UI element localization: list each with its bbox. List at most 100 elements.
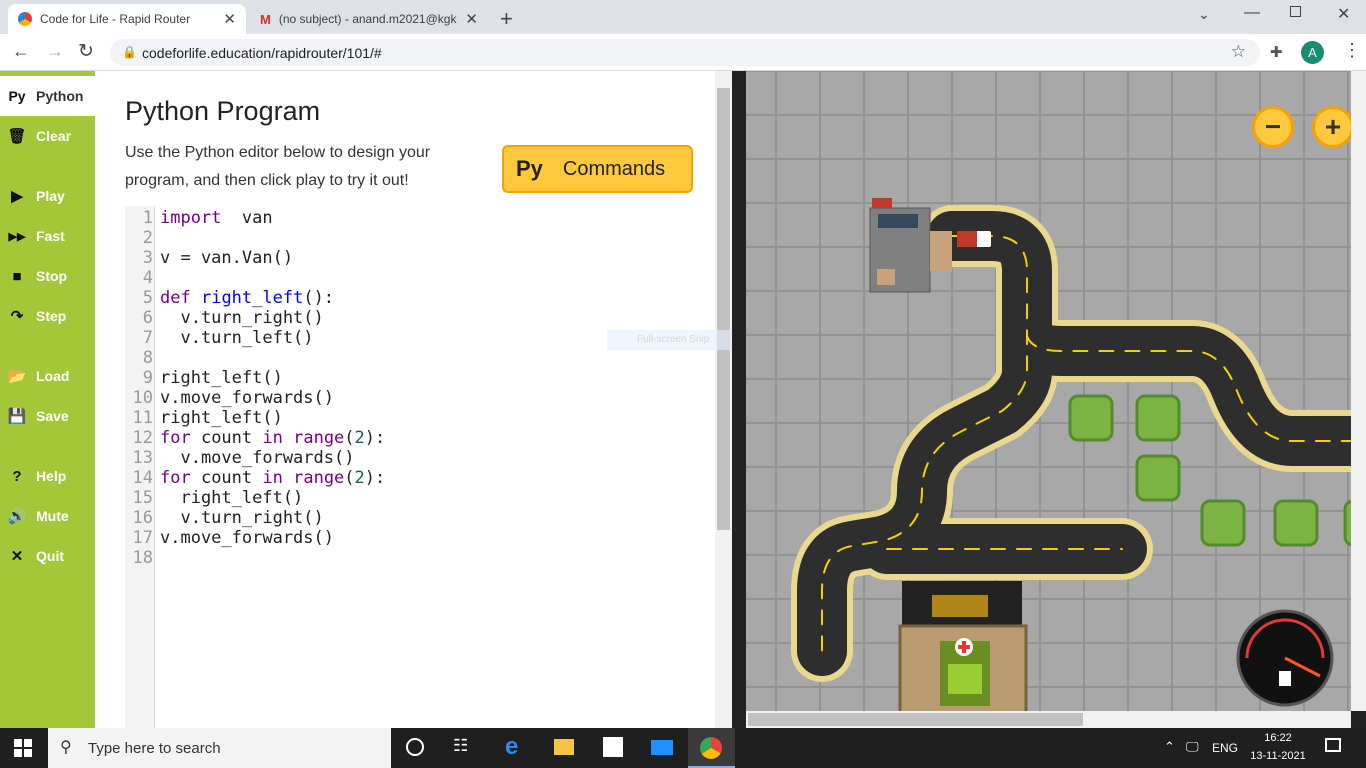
new-tab-button[interactable]: + (500, 6, 513, 32)
tab-gmail[interactable]: M (no subject) - anand.m2021@kgk ✕ (250, 4, 488, 34)
sidebar-item-clear[interactable]: 🗑 Clear (0, 116, 95, 156)
question-icon: ? (12, 467, 22, 485)
tab-search-icon[interactable]: ⌄ (1198, 6, 1210, 23)
code-token: range (293, 468, 345, 488)
code-token: v.move_forwards() (160, 448, 355, 468)
language-indicator[interactable]: ENG (1212, 741, 1238, 755)
line-number: 8 (142, 348, 153, 368)
delivery-van (957, 231, 991, 247)
notifications-icon[interactable] (1325, 738, 1341, 752)
code-editor[interactable]: 1 import van 2 3 v = van.Van() 4 5 def right_le… (125, 206, 715, 728)
reload-icon[interactable]: ↻ (78, 40, 94, 63)
sidebar-item-fast[interactable]: ▶▶ Fast (0, 216, 95, 256)
code-token: v.turn_right() (160, 308, 324, 328)
code-token: 2 (354, 428, 365, 448)
code-text: import van (160, 208, 273, 228)
maximize-icon[interactable] (1290, 6, 1301, 17)
task-view-icon[interactable]: ☷ (453, 736, 468, 756)
game-map (746, 71, 1366, 718)
window-close-icon[interactable]: ✕ (1337, 4, 1350, 24)
intro-line-2: program, and then click play to try it o… (125, 172, 409, 189)
code-token: v.turn_right() (160, 508, 324, 528)
line-number: 18 (132, 548, 153, 568)
commands-button[interactable]: Py Commands (502, 145, 693, 193)
sidebar-item-step[interactable]: ↷ Step (0, 296, 95, 336)
code-token: v.move_forwards() (160, 388, 334, 408)
bookmark-star-icon[interactable]: ☆ (1231, 42, 1246, 62)
gmail-icon: M (260, 11, 271, 27)
sidebar-item-stop[interactable]: ■ Stop (0, 256, 95, 296)
browser-menu-icon[interactable]: ⋮ (1343, 40, 1361, 61)
file-explorer-icon[interactable] (554, 739, 574, 755)
sidebar-item-load[interactable]: 📂 Load (0, 356, 95, 396)
sidebar-item-label: Python (36, 88, 84, 104)
editor-scrollbar-thumb[interactable] (717, 88, 730, 530)
address-bar[interactable]: 🔒 codeforlife.education/rapidrouter/101/… (110, 39, 1260, 66)
code-text: right_left() (160, 368, 283, 388)
python-icon: Py (516, 156, 543, 181)
windows-start-icon[interactable] (14, 739, 32, 757)
code-text: v.turn_right() (160, 308, 324, 328)
code-text: v = van.Van() (160, 248, 293, 268)
clock-date[interactable]: 13-11-2021 (1245, 750, 1311, 762)
line-number: 6 (142, 308, 153, 328)
line-number: 4 (142, 268, 153, 288)
close-tab-icon[interactable]: ✕ (465, 10, 478, 28)
search-icon: ⚲ (60, 739, 72, 756)
sidebar-item-python[interactable]: Py Python (0, 76, 95, 116)
code-token: v.turn_left() (160, 328, 314, 348)
sidebar-item-label: Help (36, 468, 67, 484)
taskbar-search-box[interactable]: ⚲ Type here to search (48, 728, 391, 768)
code-text: def right_left(): (160, 288, 334, 308)
profile-avatar[interactable]: A (1301, 41, 1324, 64)
tray-chevron-icon[interactable]: ⌃ (1164, 739, 1175, 755)
sidebar-item-label: Fast (36, 228, 65, 244)
tab-rapid-router[interactable]: Code for Life - Rapid Router ✕ (8, 4, 246, 34)
sidebar-item-label: Quit (36, 548, 64, 564)
code-for-life-icon (18, 12, 32, 26)
network-icon[interactable]: 🖵 (1186, 739, 1199, 755)
sidebar-item-label: Step (36, 308, 67, 324)
mail-icon[interactable] (651, 740, 673, 755)
line-number: 12 (132, 428, 153, 448)
folder-icon: 📂 (7, 368, 27, 385)
sidebar-item-label: Clear (36, 128, 72, 144)
tab-title: Code for Life - Rapid Router (40, 12, 191, 26)
close-tab-icon[interactable]: ✕ (223, 10, 236, 28)
fuel-gauge (1236, 609, 1334, 707)
code-text: for count in range(2): (160, 468, 385, 488)
sidebar-item-play[interactable]: ▶ Play (0, 176, 95, 216)
code-token: ): (364, 428, 386, 448)
close-icon: ✕ (10, 548, 24, 565)
back-icon[interactable]: ← (12, 41, 30, 62)
line-number: 10 (132, 388, 153, 408)
chrome-taskbar-button[interactable] (688, 728, 735, 768)
code-token: for (160, 468, 191, 488)
cortana-icon[interactable] (406, 738, 424, 756)
store-icon[interactable] (603, 737, 623, 757)
speaker-icon: 🔊 (7, 508, 27, 525)
clock-time[interactable]: 16:22 (1250, 732, 1306, 744)
edge-icon[interactable]: e (505, 733, 518, 761)
line-number: 17 (132, 528, 153, 548)
game-vertical-scrollbar[interactable] (1351, 71, 1366, 711)
game-horizontal-scrollbar[interactable] (746, 711, 1351, 728)
extensions-icon[interactable]: ✚ (1270, 43, 1283, 61)
scrollbar-thumb[interactable] (748, 713, 1083, 726)
trash-icon: 🗑 (7, 128, 27, 145)
sidebar-item-help[interactable]: ? Help (0, 456, 95, 496)
minimize-icon[interactable]: — (1244, 4, 1260, 22)
zoom-in-button[interactable]: + (1312, 106, 1354, 148)
code-text: v.turn_left() (160, 328, 314, 348)
code-token: ): (364, 468, 386, 488)
line-number: 7 (142, 328, 153, 348)
zoom-out-button[interactable]: − (1252, 106, 1294, 148)
sidebar-item-quit[interactable]: ✕ Quit (0, 536, 95, 576)
sidebar-item-save[interactable]: 💾 Save (0, 396, 95, 436)
forward-icon[interactable]: → (46, 41, 64, 62)
code-text: for count in range(2): (160, 428, 385, 448)
sidebar-item-mute[interactable]: 🔊 Mute (0, 496, 95, 536)
code-token: for (160, 428, 191, 448)
